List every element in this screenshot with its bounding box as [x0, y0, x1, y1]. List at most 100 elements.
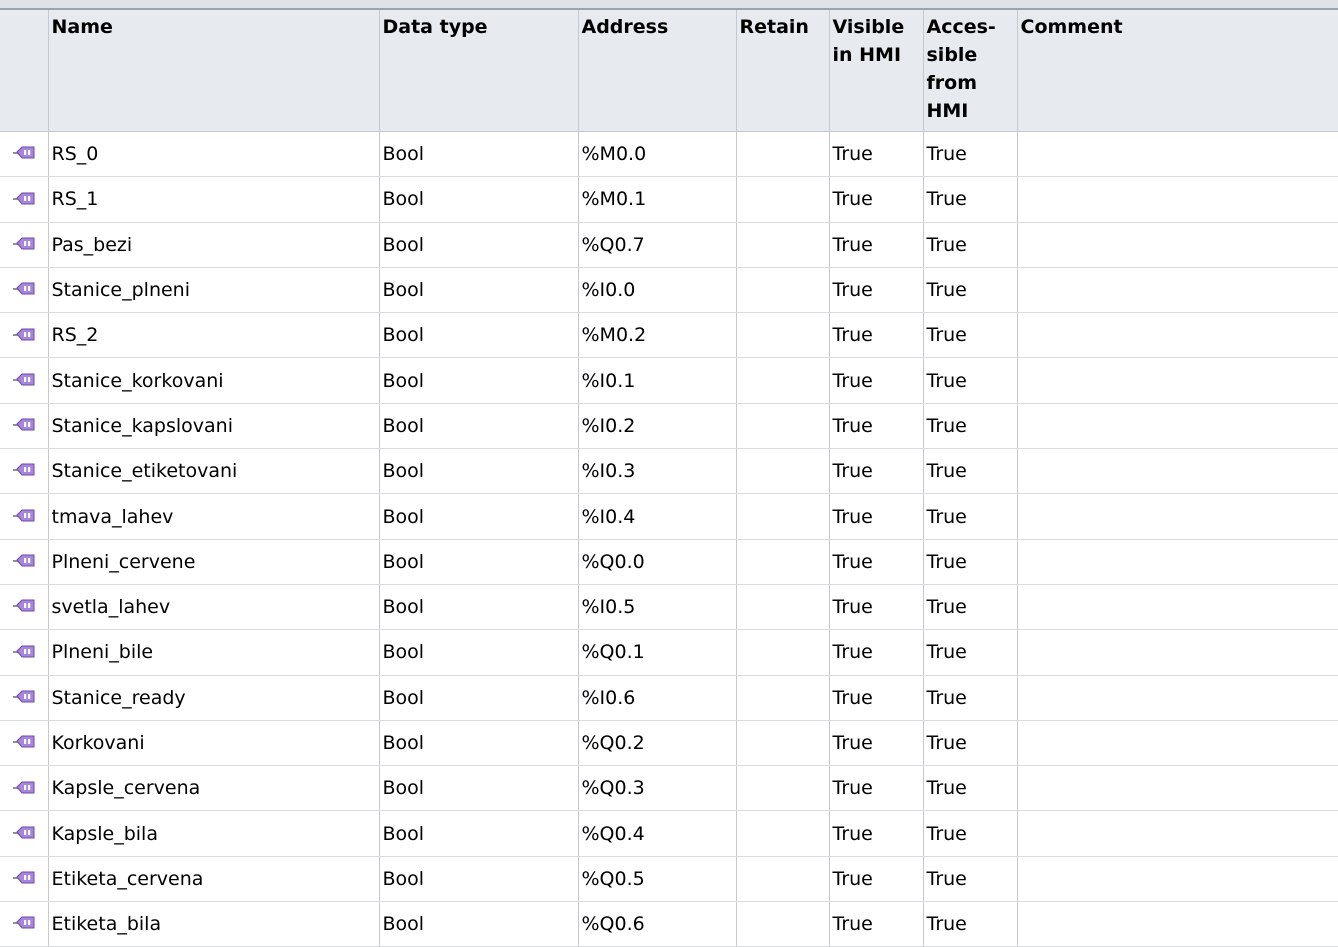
cell-name[interactable]: tmava_lahev	[48, 493, 380, 540]
cell-comment[interactable]	[1017, 675, 1338, 721]
cell-visible-in-hmi[interactable]: True	[829, 176, 924, 223]
cell-name[interactable]: RS_0	[48, 131, 380, 178]
cell-name[interactable]: Stanice_korkovani	[48, 357, 380, 404]
cell-accessible-from-hmi[interactable]: True	[923, 810, 1018, 857]
cell-address[interactable]: %Q0.2	[578, 720, 737, 767]
table-row[interactable]: Plneni_bile Bool %Q0.1 True True	[0, 629, 1338, 676]
cell-comment[interactable]	[1017, 810, 1338, 857]
cell-comment[interactable]	[1017, 267, 1338, 314]
cell-comment[interactable]	[1017, 312, 1338, 359]
cell-accessible-from-hmi[interactable]: True	[923, 584, 1018, 631]
cell-address[interactable]: %I0.2	[578, 403, 737, 450]
cell-data-type[interactable]: Bool	[379, 222, 579, 268]
cell-retain[interactable]	[736, 131, 830, 178]
cell-accessible-from-hmi[interactable]: True	[923, 131, 1018, 178]
cell-name[interactable]: Etiketa_bila	[48, 901, 380, 947]
cell-data-type[interactable]: Bool	[379, 448, 579, 495]
cell-comment[interactable]	[1017, 176, 1338, 223]
table-row[interactable]: Korkovani Bool %Q0.2 True True	[0, 720, 1338, 767]
cell-comment[interactable]	[1017, 629, 1338, 676]
cell-visible-in-hmi[interactable]: True	[829, 267, 924, 314]
cell-comment[interactable]	[1017, 448, 1338, 495]
cell-address[interactable]: %I0.0	[578, 267, 737, 314]
cell-address[interactable]: %I0.1	[578, 357, 737, 404]
cell-visible-in-hmi[interactable]: True	[829, 765, 924, 812]
cell-name[interactable]: Pas_bezi	[48, 222, 380, 268]
table-row[interactable]: Etiketa_cervena Bool %Q0.5 True True	[0, 856, 1338, 903]
cell-address[interactable]: %Q0.4	[578, 810, 737, 857]
cell-accessible-from-hmi[interactable]: True	[923, 403, 1018, 450]
header-accessible-from-hmi[interactable]: Acces- sible from HMI	[923, 10, 1018, 132]
table-row[interactable]: RS_1 Bool %M0.1 True True	[0, 176, 1338, 223]
table-row[interactable]: Stanice_ready Bool %I0.6 True True	[0, 675, 1338, 721]
cell-data-type[interactable]: Bool	[379, 629, 579, 676]
cell-retain[interactable]	[736, 357, 830, 404]
table-row[interactable]: Stanice_kapslovani Bool %I0.2 True True	[0, 403, 1338, 450]
cell-retain[interactable]	[736, 267, 830, 314]
cell-data-type[interactable]: Bool	[379, 267, 579, 314]
cell-data-type[interactable]: Bool	[379, 312, 579, 359]
cell-address[interactable]: %M0.2	[578, 312, 737, 359]
cell-retain[interactable]	[736, 901, 830, 947]
cell-address[interactable]: %Q0.5	[578, 856, 737, 903]
cell-comment[interactable]	[1017, 539, 1338, 585]
table-row[interactable]: tmava_lahev Bool %I0.4 True True	[0, 493, 1338, 540]
cell-visible-in-hmi[interactable]: True	[829, 675, 924, 721]
cell-data-type[interactable]: Bool	[379, 493, 579, 540]
cell-visible-in-hmi[interactable]: True	[829, 357, 924, 404]
cell-comment[interactable]	[1017, 403, 1338, 450]
cell-accessible-from-hmi[interactable]: True	[923, 176, 1018, 223]
cell-comment[interactable]	[1017, 901, 1338, 947]
cell-data-type[interactable]: Bool	[379, 584, 579, 631]
cell-data-type[interactable]: Bool	[379, 856, 579, 903]
cell-name[interactable]: Etiketa_cervena	[48, 856, 380, 903]
table-row[interactable]: Pas_bezi Bool %Q0.7 True True	[0, 222, 1338, 268]
cell-accessible-from-hmi[interactable]: True	[923, 629, 1018, 676]
cell-address[interactable]: %M0.0	[578, 131, 737, 178]
header-comment[interactable]: Comment	[1017, 10, 1338, 132]
cell-accessible-from-hmi[interactable]: True	[923, 539, 1018, 585]
cell-retain[interactable]	[736, 675, 830, 721]
cell-name[interactable]: Stanice_etiketovani	[48, 448, 380, 495]
cell-visible-in-hmi[interactable]: True	[829, 131, 924, 178]
cell-retain[interactable]	[736, 765, 830, 812]
cell-retain[interactable]	[736, 810, 830, 857]
cell-data-type[interactable]: Bool	[379, 720, 579, 767]
cell-address[interactable]: %I0.5	[578, 584, 737, 631]
cell-address[interactable]: %Q0.6	[578, 901, 737, 947]
cell-accessible-from-hmi[interactable]: True	[923, 856, 1018, 903]
cell-visible-in-hmi[interactable]: True	[829, 539, 924, 585]
table-row[interactable]: svetla_lahev Bool %I0.5 True True	[0, 584, 1338, 631]
cell-data-type[interactable]: Bool	[379, 403, 579, 450]
table-row[interactable]: Stanice_etiketovani Bool %I0.3 True True	[0, 448, 1338, 495]
cell-data-type[interactable]: Bool	[379, 539, 579, 585]
cell-accessible-from-hmi[interactable]: True	[923, 901, 1018, 947]
cell-visible-in-hmi[interactable]: True	[829, 901, 924, 947]
cell-visible-in-hmi[interactable]: True	[829, 629, 924, 676]
cell-name[interactable]: Stanice_ready	[48, 675, 380, 721]
cell-accessible-from-hmi[interactable]: True	[923, 765, 1018, 812]
cell-accessible-from-hmi[interactable]: True	[923, 312, 1018, 359]
cell-retain[interactable]	[736, 493, 830, 540]
cell-retain[interactable]	[736, 539, 830, 585]
cell-visible-in-hmi[interactable]: True	[829, 493, 924, 540]
cell-retain[interactable]	[736, 448, 830, 495]
cell-name[interactable]: RS_1	[48, 176, 380, 223]
cell-accessible-from-hmi[interactable]: True	[923, 267, 1018, 314]
table-row[interactable]: Etiketa_bila Bool %Q0.6 True True	[0, 901, 1338, 947]
cell-name[interactable]: svetla_lahev	[48, 584, 380, 631]
cell-address[interactable]: %Q0.1	[578, 629, 737, 676]
cell-name[interactable]: Kapsle_cervena	[48, 765, 380, 812]
cell-accessible-from-hmi[interactable]: True	[923, 357, 1018, 404]
cell-data-type[interactable]: Bool	[379, 901, 579, 947]
header-visible-in-hmi[interactable]: Visible in HMI	[829, 10, 924, 132]
cell-name[interactable]: Plneni_cervene	[48, 539, 380, 585]
cell-retain[interactable]	[736, 856, 830, 903]
cell-visible-in-hmi[interactable]: True	[829, 584, 924, 631]
cell-visible-in-hmi[interactable]: True	[829, 720, 924, 767]
cell-data-type[interactable]: Bool	[379, 765, 579, 812]
cell-address[interactable]: %Q0.3	[578, 765, 737, 812]
table-row[interactable]: Plneni_cervene Bool %Q0.0 True True	[0, 539, 1338, 585]
header-name[interactable]: Name	[48, 10, 380, 132]
cell-data-type[interactable]: Bool	[379, 357, 579, 404]
